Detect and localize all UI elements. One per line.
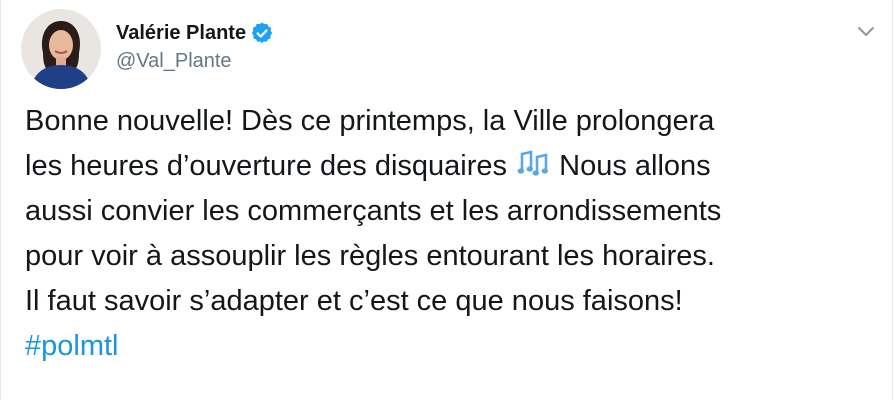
tweet-menu-button[interactable] [852,18,880,46]
tweet-text: Bonne nouvelle! Dès ce printemps, la Vil… [25,99,875,369]
tweet-line-4: pour voir à assouplir les règles entoura… [25,240,715,272]
avatar[interactable] [21,9,101,89]
tweet-line-2: les heures d’ouverture des disquaires No… [25,144,875,189]
tweet-line-5: Il faut savoir s’adapter et c’est ce que… [25,285,683,317]
musical-notes-icon [517,148,549,180]
tweet-line-1: Bonne nouvelle! Dès ce printemps, la Vil… [25,105,715,137]
author-handle[interactable]: @Val_Plante [116,50,232,73]
hashtag-link[interactable]: #polmtl [25,324,875,369]
author-name-row[interactable]: Valérie Plante [116,18,273,48]
author-display-name[interactable]: Valérie Plante [116,22,246,45]
chevron-down-icon [858,27,874,36]
tweet-line-2-end: Nous allons [559,150,711,182]
tweet-card: Valérie Plante @Val_Plante Bonne nouvell… [0,0,893,400]
tweet-line-3: aussi convier les commerçants et les arr… [25,195,722,227]
verified-badge-icon [251,22,273,44]
tweet-line-2-start: les heures d’ouverture des disquaires [25,150,507,182]
